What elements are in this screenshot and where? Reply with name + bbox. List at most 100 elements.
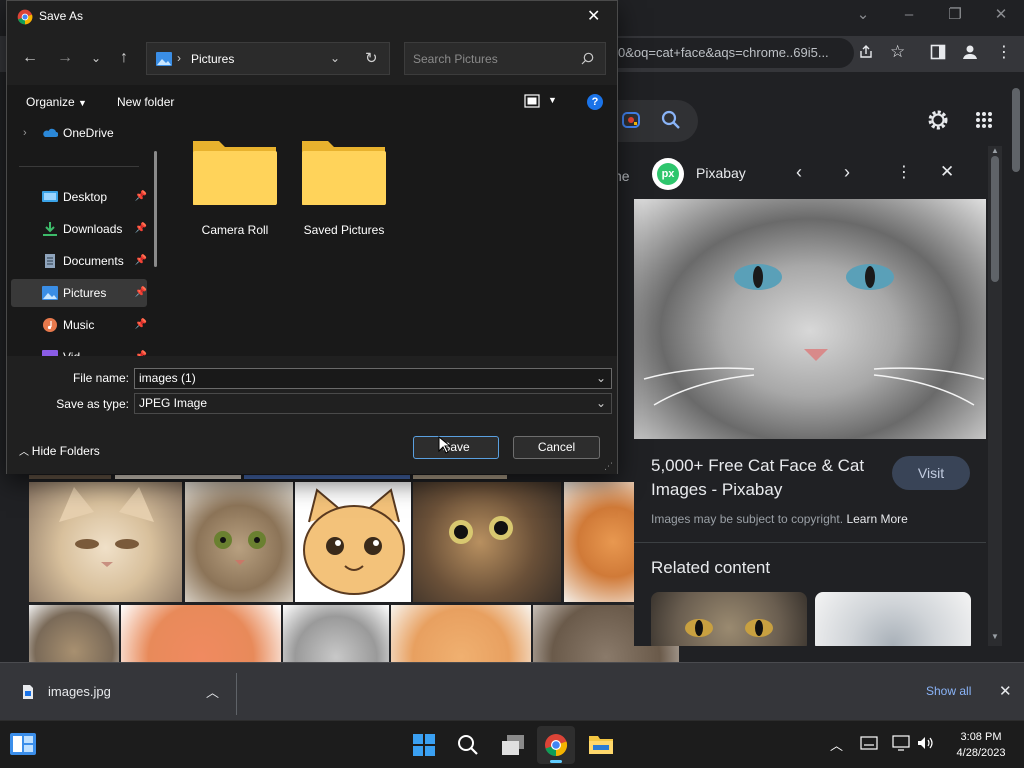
- side-panel-icon[interactable]: [930, 44, 946, 60]
- google-apps-icon[interactable]: [975, 111, 993, 129]
- download-options-icon[interactable]: ︿: [206, 682, 219, 701]
- cancel-button[interactable]: Cancel: [513, 436, 600, 459]
- mouse-cursor-icon: [438, 436, 450, 454]
- image-thumbnail[interactable]: [390, 604, 532, 664]
- pin-icon: 📌: [134, 287, 147, 298]
- image-thumbnail[interactable]: [412, 474, 508, 480]
- profile-icon[interactable]: [961, 43, 979, 61]
- image-thumbnail[interactable]: [294, 481, 412, 603]
- address-dropdown-icon[interactable]: ⌄: [330, 51, 340, 65]
- dialog-title: Save As: [39, 9, 84, 23]
- search-icon[interactable]: [661, 110, 681, 130]
- close-panel-icon[interactable]: ✕: [940, 162, 954, 182]
- file-explorer-icon[interactable]: [588, 733, 614, 755]
- nav-item-downloads[interactable]: Downloads 📌: [11, 215, 147, 243]
- keyboard-icon[interactable]: [860, 736, 878, 750]
- up-arrow-icon[interactable]: ↑: [111, 45, 137, 71]
- chrome-taskbar-button[interactable]: [537, 726, 575, 764]
- panel-scroll-thumb[interactable]: [991, 156, 999, 282]
- nav-item-music[interactable]: Music 📌: [11, 311, 147, 339]
- preview-image[interactable]: [634, 199, 986, 439]
- image-thumbnail[interactable]: [412, 481, 562, 603]
- related-image[interactable]: [651, 592, 807, 646]
- share-icon[interactable]: [858, 44, 874, 60]
- related-image[interactable]: [815, 592, 971, 646]
- image-thumbnail[interactable]: [184, 481, 294, 603]
- view-dropdown-icon[interactable]: ▼: [548, 95, 557, 105]
- nav-scroll-thumb[interactable]: [154, 151, 157, 267]
- volume-icon[interactable]: [916, 735, 934, 751]
- nav-item-desktop[interactable]: Desktop 📌: [11, 183, 147, 211]
- save-type-select[interactable]: JPEG Image ⌄: [134, 393, 612, 414]
- address-bar[interactable]: 0&oq=cat+face&aqs=chrome..69i5...: [614, 38, 854, 68]
- nav-item-onedrive[interactable]: › OneDrive: [11, 119, 147, 147]
- image-thumbnail[interactable]: [28, 474, 112, 480]
- documents-icon: [42, 254, 58, 268]
- task-view-icon[interactable]: [501, 734, 525, 756]
- image-thumbnail[interactable]: [114, 474, 242, 480]
- folder-saved-pictures[interactable]: Saved Pictures: [299, 137, 389, 257]
- dialog-titlebar[interactable]: [7, 1, 617, 33]
- settings-gear-icon[interactable]: [926, 108, 950, 132]
- file-name-input[interactable]: images (1) ⌄: [134, 368, 612, 389]
- panel-scrollbar[interactable]: ▲ ▼: [988, 146, 1002, 646]
- start-icon[interactable]: [413, 734, 435, 756]
- show-hidden-icons-icon[interactable]: ︿: [830, 735, 843, 754]
- organize-button[interactable]: Organize ▼: [26, 95, 87, 109]
- image-thumbnail[interactable]: [28, 604, 120, 664]
- visit-button[interactable]: Visit: [892, 456, 970, 490]
- new-folder-button[interactable]: New folder: [117, 95, 174, 109]
- scroll-up-icon[interactable]: ▲: [991, 146, 999, 155]
- save-type-dropdown-icon[interactable]: ⌄: [596, 394, 606, 412]
- network-icon[interactable]: [892, 735, 910, 751]
- widgets-icon[interactable]: [10, 733, 36, 755]
- learn-more-link[interactable]: Learn More: [846, 512, 907, 526]
- breadcrumb-pictures[interactable]: Pictures: [191, 52, 234, 66]
- help-icon[interactable]: ?: [587, 94, 603, 110]
- image-thumbnail[interactable]: [282, 604, 390, 664]
- hide-folders-button[interactable]: ︿ Hide Folders: [19, 443, 100, 458]
- expand-chevron-icon[interactable]: ›: [23, 119, 27, 147]
- image-thumbnail[interactable]: [28, 481, 183, 603]
- chrome-menu-icon[interactable]: ⋮: [996, 42, 1012, 62]
- image-thumbnail[interactable]: [243, 474, 411, 480]
- clock[interactable]: 3:08 PM 4/28/2023: [946, 729, 1016, 761]
- tab-search-icon[interactable]: ⌄: [848, 0, 878, 30]
- image-side-panel: px Pixabay ‹ › ⋮ ✕ 5,000+ Free Cat Face …: [634, 146, 988, 646]
- download-file-name[interactable]: images.jpg: [48, 684, 111, 699]
- nav-item-pictures[interactable]: Pictures 📌: [11, 279, 147, 307]
- close-dialog-icon[interactable]: ✕: [587, 6, 600, 26]
- source-name[interactable]: Pixabay: [696, 165, 746, 181]
- refresh-icon[interactable]: ↻: [365, 49, 378, 67]
- close-window-icon[interactable]: ✕: [986, 0, 1016, 30]
- search-icon[interactable]: [457, 734, 479, 756]
- restore-icon[interactable]: ❐: [940, 0, 970, 30]
- bookmark-star-icon[interactable]: ☆: [890, 42, 905, 62]
- scroll-down-icon[interactable]: ▼: [991, 632, 999, 641]
- view-options-icon[interactable]: [524, 94, 540, 108]
- close-download-bar-icon[interactable]: ✕: [999, 682, 1012, 700]
- search-pictures-input[interactable]: Search Pictures: [404, 42, 606, 75]
- page-scroll-thumb[interactable]: [1012, 88, 1020, 172]
- image-thumbnail[interactable]: [120, 604, 282, 664]
- page-scrollbar[interactable]: [1008, 72, 1024, 662]
- result-title[interactable]: 5,000+ Free Cat Face & Cat Images - Pixa…: [651, 454, 881, 502]
- show-all-link[interactable]: Show all: [926, 684, 971, 698]
- search-placeholder: Search Pictures: [413, 52, 498, 66]
- more-options-icon[interactable]: ⋮: [896, 162, 912, 182]
- image-thumbnail[interactable]: [563, 481, 635, 603]
- address-breadcrumb[interactable]: › Pictures ⌄ ↻: [146, 42, 390, 75]
- file-name-dropdown-icon[interactable]: ⌄: [596, 369, 606, 387]
- folder-camera-roll[interactable]: Camera Roll: [192, 137, 278, 257]
- forward-arrow-icon[interactable]: →: [52, 45, 78, 71]
- minimize-icon[interactable]: –: [894, 0, 924, 30]
- previous-image-icon[interactable]: ‹: [796, 162, 802, 183]
- save-button[interactable]: Save: [413, 436, 499, 459]
- nav-item-documents[interactable]: Documents 📌: [11, 247, 147, 275]
- resize-grip-icon[interactable]: ⋰: [604, 461, 613, 472]
- lens-icon[interactable]: [621, 110, 641, 130]
- nav-item-videos[interactable]: Vid 📌: [11, 343, 147, 356]
- recent-locations-icon[interactable]: ⌄: [83, 45, 109, 71]
- back-arrow-icon[interactable]: ←: [17, 45, 43, 71]
- next-image-icon[interactable]: ›: [844, 162, 850, 183]
